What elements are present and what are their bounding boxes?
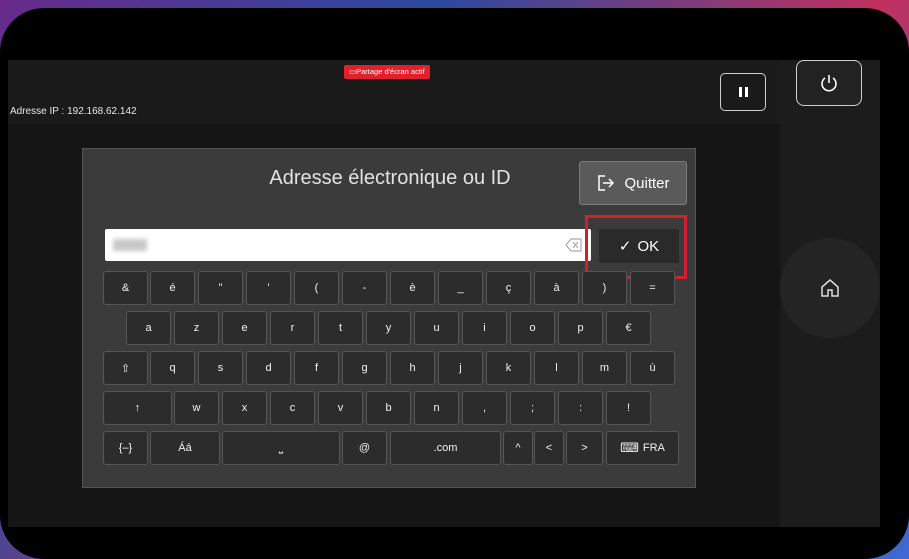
key[interactable]: " xyxy=(198,271,243,305)
key[interactable]: w xyxy=(174,391,219,425)
key[interactable]: o xyxy=(510,311,555,345)
key[interactable]: x xyxy=(222,391,267,425)
screen: ▭Partage d'écran actif Adresse IP : 192.… xyxy=(8,60,880,527)
status-bar: ▭Partage d'écran actif Adresse IP : 192.… xyxy=(8,60,780,124)
key[interactable]: ! xyxy=(606,391,651,425)
key[interactable]: é xyxy=(150,271,195,305)
key[interactable]: d xyxy=(246,351,291,385)
key[interactable]: z xyxy=(174,311,219,345)
key[interactable]: l xyxy=(534,351,579,385)
key[interactable]: u xyxy=(414,311,459,345)
exit-icon xyxy=(598,175,615,191)
pause-icon xyxy=(738,87,742,97)
key[interactable]: > xyxy=(566,431,603,465)
key[interactable]: ' xyxy=(246,271,291,305)
key[interactable]: - xyxy=(342,271,387,305)
key[interactable]: ç xyxy=(486,271,531,305)
key[interactable]: y xyxy=(366,311,411,345)
screen-share-badge: ▭Partage d'écran actif xyxy=(344,65,430,79)
key[interactable]: = xyxy=(630,271,675,305)
pause-button[interactable] xyxy=(720,73,766,111)
key[interactable]: r xyxy=(270,311,315,345)
language-label: FRA xyxy=(642,442,665,454)
key[interactable]: q xyxy=(150,351,195,385)
key[interactable]: ^ xyxy=(503,431,533,465)
key[interactable]: t xyxy=(318,311,363,345)
key[interactable]: h xyxy=(390,351,435,385)
keyboard-icon: ⌨ xyxy=(620,440,639,455)
home-icon xyxy=(821,279,839,297)
device-bezel: ▭Partage d'écran actif Adresse IP : 192.… xyxy=(0,8,909,559)
key[interactable]: g xyxy=(342,351,387,385)
key[interactable]: b xyxy=(366,391,411,425)
email-input[interactable] xyxy=(105,229,591,261)
side-panel xyxy=(780,60,880,527)
key[interactable]: e xyxy=(222,311,267,345)
key[interactable]: ⎵ xyxy=(222,431,340,465)
key[interactable]: ⌨ FRA xyxy=(606,431,679,465)
key[interactable]: p xyxy=(558,311,603,345)
key[interactable]: ; xyxy=(510,391,555,425)
key[interactable]: _ xyxy=(438,271,483,305)
key[interactable]: c xyxy=(270,391,315,425)
power-icon xyxy=(821,75,837,92)
key[interactable]: ( xyxy=(294,271,339,305)
email-id-dialog: Adresse électronique ou ID Quitter ✓ OK … xyxy=(82,148,696,488)
key[interactable]: : xyxy=(558,391,603,425)
key[interactable]: ) xyxy=(582,271,627,305)
key[interactable]: n xyxy=(414,391,459,425)
key[interactable]: s xyxy=(198,351,243,385)
quit-label: Quitter xyxy=(624,174,670,192)
key[interactable]: < xyxy=(534,431,564,465)
key[interactable]: {–} xyxy=(103,431,148,465)
key[interactable]: Áá xyxy=(150,431,220,465)
key[interactable]: f xyxy=(294,351,339,385)
key[interactable]: ⇧ xyxy=(103,351,148,385)
key[interactable]: .com xyxy=(390,431,501,465)
key[interactable]: @ xyxy=(342,431,387,465)
key[interactable]: , xyxy=(462,391,507,425)
key[interactable]: € xyxy=(606,311,651,345)
ok-button[interactable]: ✓ OK xyxy=(599,229,679,263)
key[interactable]: è xyxy=(390,271,435,305)
key[interactable]: k xyxy=(486,351,531,385)
power-button[interactable] xyxy=(796,60,862,106)
quit-button[interactable]: Quitter xyxy=(579,161,687,205)
backspace-icon[interactable] xyxy=(565,237,583,253)
ok-label: OK xyxy=(637,237,660,255)
key[interactable]: ù xyxy=(630,351,675,385)
key[interactable]: ↑ xyxy=(103,391,172,425)
ip-address-label: Adresse IP : 192.168.62.142 xyxy=(10,106,137,117)
home-button[interactable] xyxy=(780,238,880,338)
key[interactable]: m xyxy=(582,351,627,385)
key[interactable]: a xyxy=(126,311,171,345)
key[interactable]: i xyxy=(462,311,507,345)
check-icon: ✓ xyxy=(618,238,632,255)
key[interactable]: & xyxy=(103,271,148,305)
screen-share-label: Partage d'écran actif xyxy=(356,67,425,76)
key[interactable]: à xyxy=(534,271,579,305)
email-input-wrapper xyxy=(105,229,591,261)
key[interactable]: v xyxy=(318,391,363,425)
key[interactable]: j xyxy=(438,351,483,385)
